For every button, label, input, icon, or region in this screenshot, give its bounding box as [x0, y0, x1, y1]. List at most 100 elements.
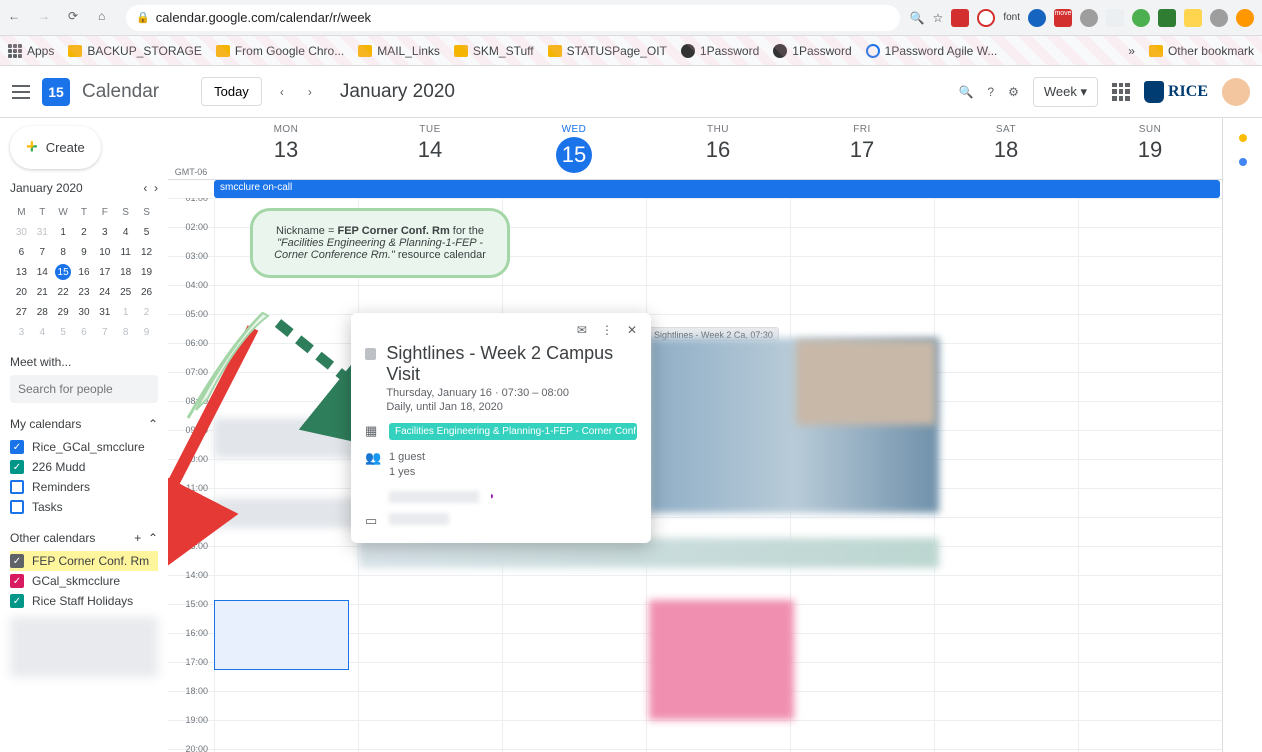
time-slot[interactable] — [502, 199, 646, 227]
time-slot[interactable] — [1078, 373, 1222, 401]
ext-icon-5[interactable] — [1106, 9, 1124, 27]
mini-cal-day[interactable]: 7 — [95, 323, 114, 341]
ext-icon-6[interactable] — [1132, 9, 1150, 27]
time-slot[interactable] — [214, 315, 358, 343]
day-header[interactable]: MON13 — [214, 118, 358, 179]
mini-cal-day[interactable]: 23 — [75, 283, 94, 301]
time-slot[interactable] — [1078, 489, 1222, 517]
forward-icon[interactable]: → — [38, 9, 56, 27]
settings-icon[interactable]: ⚙ — [1008, 85, 1019, 99]
time-slot[interactable] — [934, 721, 1078, 749]
today-button[interactable]: Today — [201, 77, 262, 106]
apps-button[interactable]: Apps — [8, 44, 54, 58]
mini-cal-day[interactable]: 17 — [95, 263, 114, 281]
search-icon[interactable]: 🔍 — [958, 85, 973, 99]
calendar-toggle[interactable]: ✓FEP Corner Conf. Rm — [10, 551, 158, 571]
mini-cal-day[interactable]: 8 — [54, 243, 73, 261]
profile-icon[interactable] — [1210, 9, 1228, 27]
menu-icon[interactable] — [12, 85, 30, 99]
time-slot[interactable] — [502, 721, 646, 749]
time-slot[interactable] — [790, 692, 934, 720]
mini-cal-day[interactable]: 3 — [12, 323, 31, 341]
prev-week-button[interactable]: ‹ — [274, 81, 290, 103]
bookmark-item[interactable]: 1Password — [681, 44, 759, 58]
mini-cal-day[interactable]: 15 — [54, 263, 73, 281]
time-slot[interactable] — [214, 286, 358, 314]
bookmark-item[interactable]: SKM_STuff — [454, 44, 534, 58]
calendar-toggle[interactable]: Reminders — [10, 477, 158, 497]
calendar-toggle[interactable]: ✓Rice_GCal_smcclure — [10, 437, 158, 457]
create-button[interactable]: + Create — [10, 126, 101, 169]
time-slot[interactable] — [1078, 344, 1222, 372]
mini-cal-day[interactable]: 27 — [12, 303, 31, 321]
ext-icon-1[interactable] — [951, 9, 969, 27]
time-slot[interactable] — [934, 257, 1078, 285]
mini-cal-day[interactable]: 31 — [33, 223, 52, 241]
time-slot[interactable] — [934, 431, 1078, 459]
mini-cal-day[interactable]: 25 — [116, 283, 135, 301]
time-slot[interactable] — [1078, 257, 1222, 285]
time-slot[interactable] — [358, 576, 502, 604]
star-icon[interactable]: ☆ — [933, 11, 944, 25]
apps-launcher-icon[interactable] — [1112, 83, 1130, 101]
room-chip[interactable]: Facilities Engineering & Planning-1-FEP … — [389, 423, 637, 440]
bookmark-item[interactable]: MAIL_Links — [358, 44, 440, 58]
mini-cal-day[interactable]: 30 — [75, 303, 94, 321]
time-slot[interactable] — [214, 373, 358, 401]
time-slot[interactable] — [502, 228, 646, 256]
bookmark-item[interactable]: STATUSPage_OIT — [548, 44, 667, 58]
mini-cal-day[interactable]: 3 — [95, 223, 114, 241]
time-slot[interactable] — [934, 315, 1078, 343]
time-slot[interactable] — [1078, 692, 1222, 720]
mini-calendar[interactable]: MTWTFSS 30311234567891011121314151617181… — [10, 201, 158, 343]
time-slot[interactable] — [358, 721, 502, 749]
calendar-toggle[interactable]: ✓GCal_skmcclure — [10, 571, 158, 591]
time-slot[interactable] — [790, 228, 934, 256]
time-slot[interactable] — [934, 489, 1078, 517]
mini-cal-day[interactable]: 1 — [54, 223, 73, 241]
time-slot[interactable] — [646, 199, 790, 227]
mini-cal-day[interactable]: 9 — [75, 243, 94, 261]
time-slot[interactable] — [790, 199, 934, 227]
bookmark-item[interactable]: Other bookmark — [1149, 44, 1254, 58]
time-slot[interactable] — [1078, 199, 1222, 227]
home-icon[interactable]: ⌂ — [98, 9, 116, 27]
addon-tasks-icon[interactable] — [1239, 158, 1247, 166]
time-slot[interactable] — [934, 344, 1078, 372]
back-icon[interactable]: ← — [8, 9, 26, 27]
mini-cal-day[interactable]: 11 — [116, 243, 135, 261]
mini-cal-day[interactable]: 2 — [75, 223, 94, 241]
zoom-icon[interactable]: 🔍 — [910, 11, 925, 25]
time-slot[interactable] — [646, 721, 790, 749]
ext-icon-9[interactable] — [1236, 9, 1254, 27]
time-slot[interactable] — [1078, 518, 1222, 546]
time-slot[interactable] — [502, 576, 646, 604]
mini-cal-day[interactable]: 22 — [54, 283, 73, 301]
mini-cal-day[interactable]: 21 — [33, 283, 52, 301]
mini-cal-day[interactable]: 12 — [137, 243, 156, 261]
mini-cal-day[interactable]: 19 — [137, 263, 156, 281]
time-slot[interactable] — [934, 663, 1078, 691]
time-slot[interactable] — [502, 634, 646, 662]
day-header[interactable]: TUE14 — [358, 118, 502, 179]
bookmark-item[interactable]: BACKUP_STORAGE — [68, 44, 201, 58]
search-people-input[interactable] — [10, 375, 158, 403]
time-slot[interactable] — [790, 721, 934, 749]
calendar-toggle[interactable]: Tasks — [10, 497, 158, 517]
time-slot[interactable] — [790, 663, 934, 691]
calendar-toggle[interactable]: ✓Rice Staff Holidays — [10, 591, 158, 611]
time-slot[interactable] — [502, 663, 646, 691]
mini-cal-day[interactable]: 2 — [137, 303, 156, 321]
time-slot[interactable] — [934, 286, 1078, 314]
view-selector[interactable]: Week ▾ — [1033, 77, 1098, 107]
time-slot[interactable] — [1078, 228, 1222, 256]
time-slot[interactable] — [934, 228, 1078, 256]
bookmark-item[interactable]: From Google Chro... — [216, 44, 344, 58]
time-slot[interactable] — [1078, 663, 1222, 691]
time-slot[interactable] — [214, 721, 358, 749]
time-slot[interactable] — [934, 547, 1078, 575]
mini-cal-day[interactable]: 28 — [33, 303, 52, 321]
ext-font[interactable]: font — [1003, 12, 1020, 23]
day-header[interactable]: FRI17 — [790, 118, 934, 179]
time-slot[interactable] — [934, 402, 1078, 430]
